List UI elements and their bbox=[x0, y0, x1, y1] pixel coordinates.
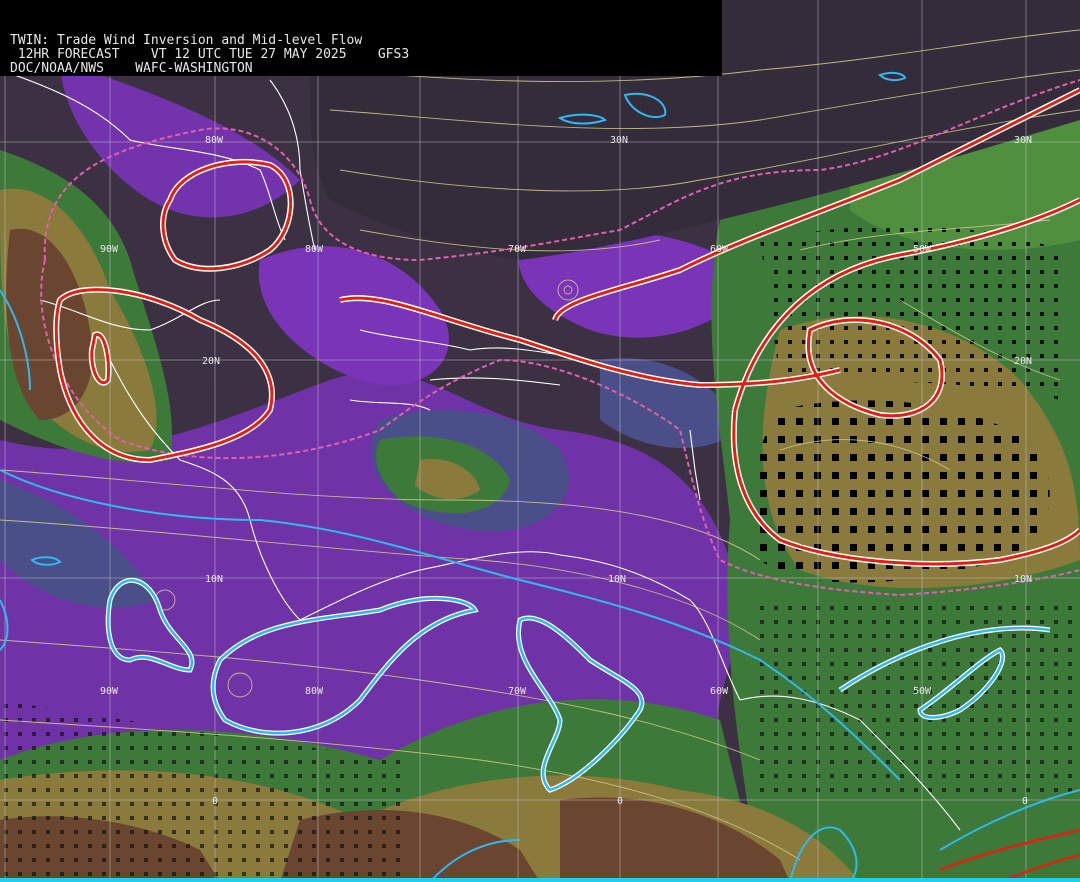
lat-label-0-c: 0 bbox=[1022, 796, 1028, 807]
lat-label-20n-b: 20N bbox=[1014, 356, 1032, 367]
lon-label-50w-bottom: 50W bbox=[913, 686, 932, 697]
lon-label-90w-bottom: 90W bbox=[100, 686, 119, 697]
twin-forecast-map: 80W 90W 80W 70W 60W 50W 30N 30N 20N 20N … bbox=[0, 0, 1080, 882]
lat-label-30n-b: 30N bbox=[1014, 135, 1032, 146]
header-title: TWIN: Trade Wind Inversion and Mid-level… bbox=[10, 33, 363, 48]
lat-label-20n-a: 20N bbox=[202, 356, 220, 367]
lon-label-80w-bottom: 80W bbox=[305, 686, 324, 697]
lat-label-10n-b: 10N bbox=[608, 574, 626, 585]
lon-label-50w: 50W bbox=[913, 244, 932, 255]
bottom-border bbox=[0, 878, 1080, 882]
lon-label-90w: 90W bbox=[100, 244, 119, 255]
lon-label-70w-bottom: 70W bbox=[508, 686, 527, 697]
lon-label-80w: 80W bbox=[305, 244, 324, 255]
lon-label-60w: 60W bbox=[710, 244, 729, 255]
lon-label-80w-top: 80W bbox=[205, 135, 224, 146]
map-header: TWIN: Trade Wind Inversion and Mid-level… bbox=[0, 0, 722, 76]
lat-label-10n-a: 10N bbox=[205, 574, 223, 585]
lat-label-0-a: 0 bbox=[212, 796, 218, 807]
lat-label-0-b: 0 bbox=[617, 796, 623, 807]
lat-label-10n-c: 10N bbox=[1014, 574, 1032, 585]
lon-label-70w: 70W bbox=[508, 244, 527, 255]
lat-label-30n-a: 30N bbox=[610, 135, 628, 146]
lon-label-60w-bottom: 60W bbox=[710, 686, 729, 697]
header-agency: DOC/NOAA/NWS WAFC-WASHINGTON bbox=[10, 61, 253, 76]
header-forecast-time: 12HR FORECAST VT 12 UTC TUE 27 MAY 2025 … bbox=[10, 47, 410, 62]
